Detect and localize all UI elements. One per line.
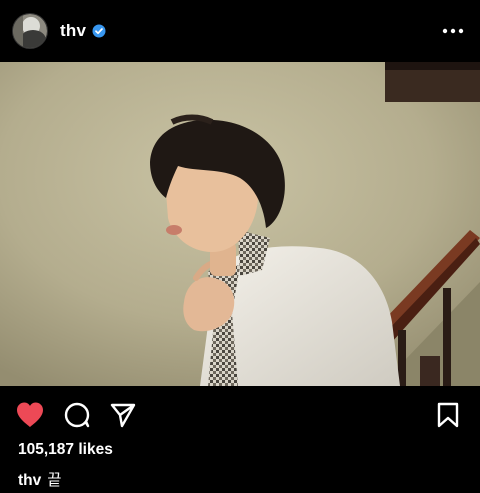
verified-badge-icon [92,24,106,38]
caption-username[interactable]: thv [18,472,41,489]
caption-text: 끝 [47,472,62,489]
more-options-icon[interactable] [440,19,466,43]
username-group[interactable]: thv [60,20,106,42]
avatar[interactable] [12,13,48,49]
likes-count[interactable]: 105,187 likes [18,441,113,459]
bookmark-icon[interactable] [433,400,463,430]
post-caption: thv 끝 [18,468,62,490]
post-actions [0,386,480,442]
send-icon[interactable] [108,400,138,430]
comment-icon[interactable] [62,400,92,430]
heart-icon[interactable] [15,400,45,430]
post-header: thv [0,0,480,62]
username[interactable]: thv [60,21,86,41]
post-image[interactable] [0,62,480,386]
